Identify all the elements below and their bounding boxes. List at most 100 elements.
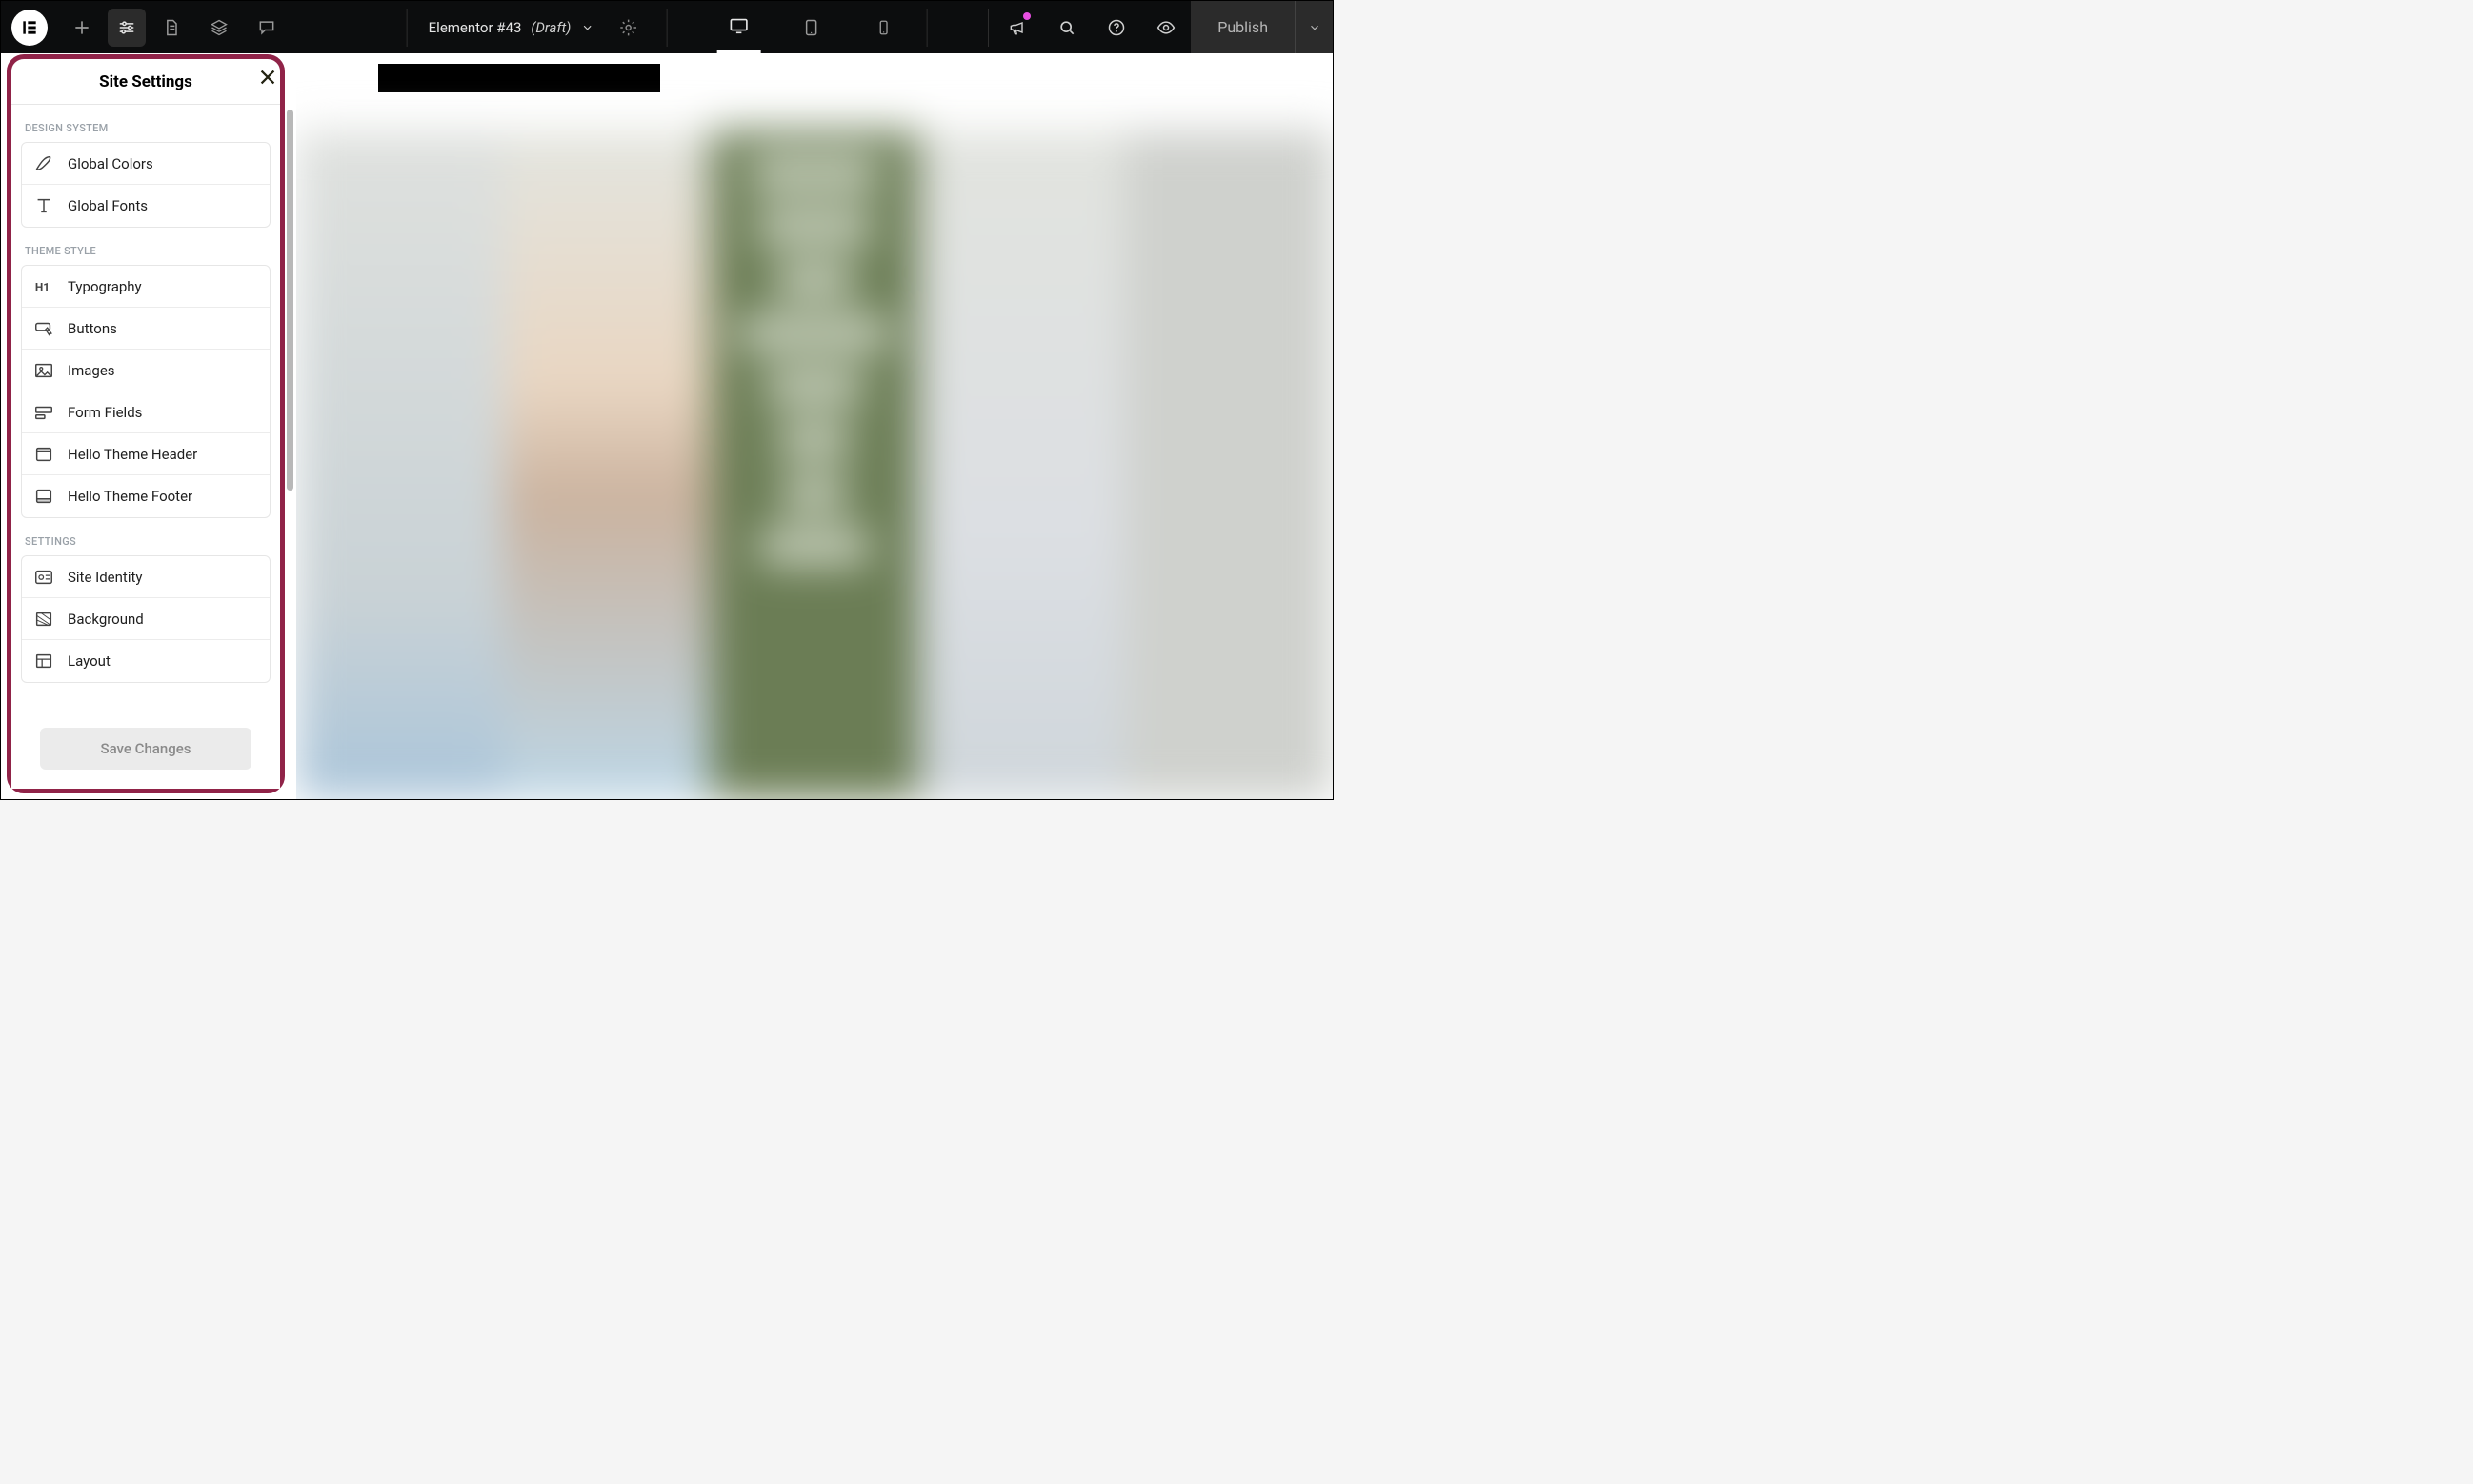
device-mobile-button[interactable]	[861, 9, 905, 47]
site-settings-button[interactable]	[108, 9, 146, 47]
theme-style-list: H1 Typography Buttons Images Form Fields	[21, 265, 271, 518]
add-element-button[interactable]	[58, 1, 106, 53]
document-icon	[162, 18, 181, 37]
row-label: Hello Theme Footer	[68, 488, 192, 505]
row-buttons[interactable]: Buttons	[22, 308, 270, 350]
row-form-fields[interactable]: Form Fields	[22, 391, 270, 433]
layers-button[interactable]	[195, 1, 243, 53]
section-label-theme-style: THEME STYLE	[11, 228, 280, 265]
notification-dot-icon	[1023, 12, 1031, 20]
panel-footer: Save Changes	[11, 709, 280, 789]
structure-button[interactable]	[148, 1, 195, 53]
desktop-icon	[728, 15, 749, 36]
toolbar-center-group: Elementor #43 (Draft)	[403, 1, 932, 53]
palette-icon	[33, 153, 54, 174]
finder-button[interactable]	[1042, 1, 1092, 53]
comment-icon	[257, 18, 276, 37]
row-label: Buttons	[68, 320, 117, 337]
sliders-icon	[117, 18, 136, 37]
eye-icon	[1156, 18, 1176, 37]
app-window: Elementor #43 (Draft)	[0, 0, 1334, 800]
help-button[interactable]	[1092, 1, 1141, 53]
canvas-black-block	[378, 64, 660, 92]
canvas-blurred-content	[296, 130, 1333, 799]
row-label: Form Fields	[68, 404, 142, 421]
row-global-colors[interactable]: Global Colors	[22, 143, 270, 185]
toolbar-separator	[407, 9, 408, 47]
row-images[interactable]: Images	[22, 350, 270, 391]
top-toolbar: Elementor #43 (Draft)	[1, 1, 1333, 53]
identity-icon	[33, 567, 54, 588]
layout-icon	[33, 651, 54, 672]
tablet-icon	[801, 18, 820, 37]
row-site-identity[interactable]: Site Identity	[22, 556, 270, 598]
row-label: Global Fonts	[68, 197, 148, 214]
chevron-down-icon	[580, 21, 593, 34]
row-label: Typography	[68, 278, 142, 295]
row-label: Layout	[68, 652, 111, 670]
panel-close-button[interactable]	[257, 67, 278, 88]
responsive-device-group	[716, 1, 905, 53]
row-theme-header[interactable]: Hello Theme Header	[22, 433, 270, 475]
row-label: Images	[68, 362, 115, 379]
panel-header: Site Settings	[11, 59, 280, 105]
editor-canvas[interactable]	[296, 54, 1333, 799]
background-icon	[33, 609, 54, 630]
row-label: Global Colors	[68, 155, 153, 172]
layout-header-icon	[33, 444, 54, 465]
document-title-text: Elementor #43	[429, 19, 522, 36]
layout-footer-icon	[33, 486, 54, 507]
elementor-logo-button[interactable]	[1, 1, 58, 53]
elementor-logo-icon	[11, 10, 48, 46]
document-title-dropdown[interactable]: Elementor #43 (Draft)	[429, 19, 594, 36]
save-button-label: Save Changes	[101, 740, 191, 757]
toolbar-right-group: Publish	[984, 1, 1333, 53]
device-tablet-button[interactable]	[789, 9, 833, 47]
chevron-down-icon	[1308, 21, 1321, 34]
toolbar-left-group	[1, 1, 291, 53]
row-background[interactable]: Background	[22, 598, 270, 640]
whats-new-button[interactable]	[993, 1, 1042, 53]
publish-button[interactable]: Publish	[1191, 1, 1295, 53]
document-state-text: (Draft)	[531, 19, 571, 36]
save-changes-button[interactable]: Save Changes	[40, 728, 251, 770]
svg-text:H1: H1	[35, 280, 50, 293]
search-icon	[1057, 18, 1076, 37]
row-global-fonts[interactable]: Global Fonts	[22, 185, 270, 227]
section-label-design-system: DESIGN SYSTEM	[11, 105, 280, 142]
row-typography[interactable]: H1 Typography	[22, 266, 270, 308]
page-settings-button[interactable]	[611, 1, 645, 53]
megaphone-icon	[1008, 18, 1027, 37]
section-label-settings: SETTINGS	[11, 518, 280, 555]
site-settings-panel: Site Settings DESIGN SYSTEM Global Color…	[7, 54, 285, 793]
typography-t-icon	[33, 195, 54, 216]
layers-icon	[210, 18, 229, 37]
row-theme-footer[interactable]: Hello Theme Footer	[22, 475, 270, 517]
toolbar-separator	[666, 9, 667, 47]
toolbar-separator	[988, 9, 989, 47]
toolbar-separator	[926, 9, 927, 47]
row-label: Hello Theme Header	[68, 446, 197, 463]
notes-button[interactable]	[243, 1, 291, 53]
help-icon	[1107, 18, 1126, 37]
row-label: Site Identity	[68, 569, 142, 586]
gear-icon	[618, 18, 637, 37]
panel-title: Site Settings	[99, 72, 192, 91]
plus-icon	[72, 18, 91, 37]
row-layout[interactable]: Layout	[22, 640, 270, 682]
publish-label: Publish	[1217, 18, 1268, 36]
close-icon	[257, 67, 278, 88]
panel-body[interactable]: DESIGN SYSTEM Global Colors Global Fonts…	[11, 105, 280, 709]
image-icon	[33, 360, 54, 381]
form-field-icon	[33, 402, 54, 423]
design-system-list: Global Colors Global Fonts	[21, 142, 271, 228]
row-label: Background	[68, 611, 144, 628]
h1-icon: H1	[33, 276, 54, 297]
device-desktop-button[interactable]	[716, 1, 760, 53]
publish-options-button[interactable]	[1295, 1, 1333, 53]
preview-button[interactable]	[1141, 1, 1191, 53]
button-click-icon	[33, 318, 54, 339]
mobile-icon	[875, 19, 892, 36]
settings-list: Site Identity Background Layout	[21, 555, 271, 683]
panel-scrollbar[interactable]	[287, 110, 293, 491]
